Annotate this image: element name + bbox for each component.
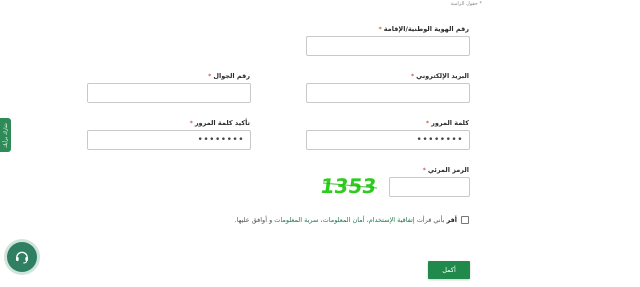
headset-icon — [16, 251, 28, 264]
support-chat-button[interactable] — [7, 242, 37, 272]
next-button[interactable]: أكمل — [428, 261, 470, 279]
consent-separator: ، — [366, 216, 369, 224]
national-id-input[interactable] — [306, 36, 470, 56]
captcha-input[interactable] — [389, 177, 470, 197]
terms-of-use-link[interactable]: إتفاقية الإستخدام — [369, 216, 415, 224]
required-marker: * — [208, 72, 212, 80]
email-input[interactable] — [306, 83, 470, 103]
terms-checkbox[interactable] — [461, 216, 469, 224]
captcha-label: الرمز المرئي* — [423, 166, 469, 174]
email-label-text: البريد الإلكتروني — [416, 72, 469, 80]
required-marker: * — [410, 72, 415, 80]
required-marker: * — [378, 25, 382, 33]
confirm-password-input[interactable]: •••••••• — [87, 130, 251, 150]
captcha-image: 1353 — [321, 174, 378, 198]
national-id-label: رقم الهوية الوطنية/الإقامة* — [378, 25, 469, 33]
required-marker: * — [189, 119, 193, 127]
password-label-text: كلمة المرور — [431, 119, 469, 127]
terms-consent: أقر بأني قرأت إتفاقية الإستخدام ، أمان ال… — [235, 216, 469, 224]
email-label: البريد الإلكتروني* — [411, 72, 469, 80]
mobile-input[interactable] — [87, 83, 251, 103]
confirm-password-label-text: تأكيد كلمة المرور — [194, 119, 250, 127]
feedback-side-tab-label: شارك برأيك — [2, 122, 9, 148]
national-id-label-text: رقم الهوية الوطنية/الإقامة — [383, 25, 469, 33]
feedback-side-tab[interactable]: شارك برأيك — [0, 118, 11, 152]
required-marker: * — [425, 119, 430, 127]
captcha-label-text: الرمز المرئي — [427, 166, 469, 174]
required-fields-note: * حقول الزامية — [450, 1, 482, 7]
consent-text-acknowledge: أقر — [446, 216, 457, 224]
password-label: كلمة المرور* — [426, 119, 469, 127]
info-privacy-link[interactable]: سرية المعلومات — [274, 216, 318, 224]
required-marker: * — [422, 166, 426, 174]
info-security-link[interactable]: أمان المعلومات — [323, 216, 365, 224]
consent-text-agree: و أوافق عليها. — [234, 216, 273, 224]
consent-separator: ، — [320, 216, 323, 224]
mobile-label: رقم الجوال* — [208, 72, 250, 80]
mobile-label-text: رقم الجوال — [213, 72, 250, 80]
consent-text-read: بأني قرأت — [416, 216, 445, 224]
password-input[interactable]: •••••••• — [306, 130, 470, 150]
confirm-password-label: تأكيد كلمة المرور* — [190, 119, 250, 127]
